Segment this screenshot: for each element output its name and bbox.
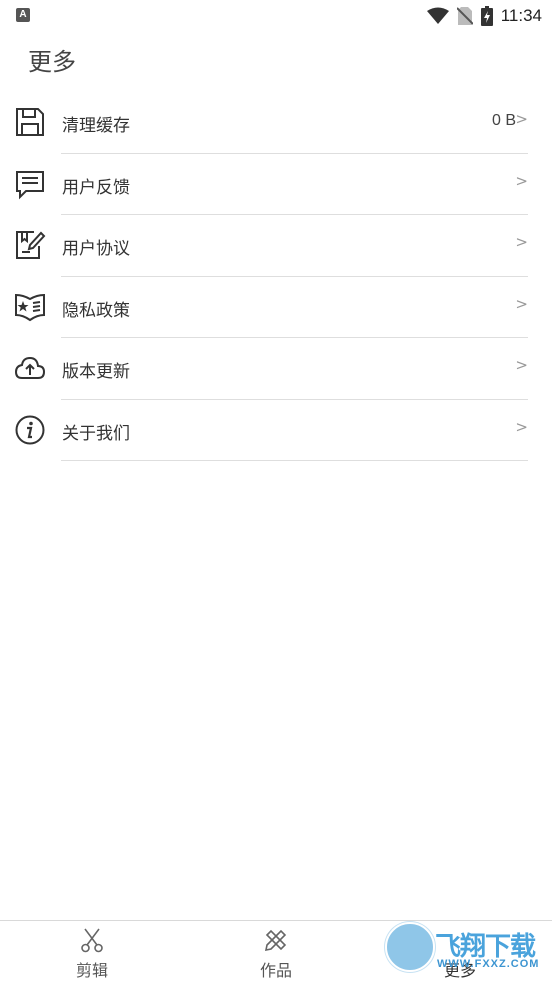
save-disk-icon [16, 108, 44, 136]
menu-item-about-us[interactable]: 关于我们 > [0, 400, 552, 461]
chevron-right-icon: > [515, 171, 528, 190]
settings-menu: 清理缓存 0 B > 用户反馈 > 用户协议 > 隐私政策 > 版本更新 > 关… [0, 92, 552, 461]
chevron-right-icon: > [515, 294, 528, 313]
chevron-right-icon: > [515, 233, 528, 251]
status-time: 11:34 [500, 6, 542, 25]
menu-item-feedback[interactable]: 用户反馈 > [0, 154, 552, 215]
edit-document-icon [16, 231, 46, 259]
star-book-icon [15, 293, 45, 321]
menu-item-user-agreement[interactable]: 用户协议 > [0, 215, 552, 277]
cache-size-value: 0 B [491, 112, 516, 129]
tab-label: 作品 [259, 961, 292, 980]
menu-item-privacy-policy[interactable]: 隐私政策 > [0, 277, 552, 338]
tab-works[interactable]: 作品 [184, 921, 368, 983]
tab-edit[interactable]: 剪辑 [0, 921, 184, 983]
chevron-right-icon: > [515, 417, 528, 436]
info-circle-icon [15, 415, 45, 444]
divider [61, 460, 528, 461]
tab-label: 剪辑 [75, 961, 108, 980]
chat-bubble-icon [16, 170, 44, 199]
menu-item-label: 用户反馈 [62, 177, 130, 198]
pencil-ruler-icon [264, 929, 287, 952]
menu-item-clear-cache[interactable]: 清理缓存 0 B > [0, 92, 552, 154]
status-icons: 11:34 [426, 4, 542, 28]
chevron-right-icon: > [515, 356, 528, 374]
wifi-icon [426, 7, 449, 24]
menu-item-version-update[interactable]: 版本更新 > [0, 338, 552, 400]
cloud-upload-icon [14, 356, 46, 379]
menu-item-label: 版本更新 [62, 362, 130, 382]
watermark-logo: 飞翔下载 WWW.FXXZ.COM [385, 922, 543, 972]
notification-badge: A [16, 8, 30, 22]
page-title: 更多 [28, 48, 76, 76]
watermark-bird-icon [385, 922, 435, 972]
menu-item-label: 隐私政策 [62, 300, 130, 321]
chevron-right-icon: > [515, 110, 528, 128]
menu-item-label: 用户协议 [62, 239, 130, 259]
no-sim-icon [456, 7, 473, 25]
watermark-url: WWW.FXXZ.COM [437, 958, 540, 970]
battery-charging-icon [480, 6, 493, 26]
scissors-icon [81, 928, 103, 953]
status-bar: A 11:34 [0, 0, 552, 32]
menu-item-label: 关于我们 [62, 423, 130, 444]
menu-item-label: 清理缓存 [62, 116, 130, 136]
